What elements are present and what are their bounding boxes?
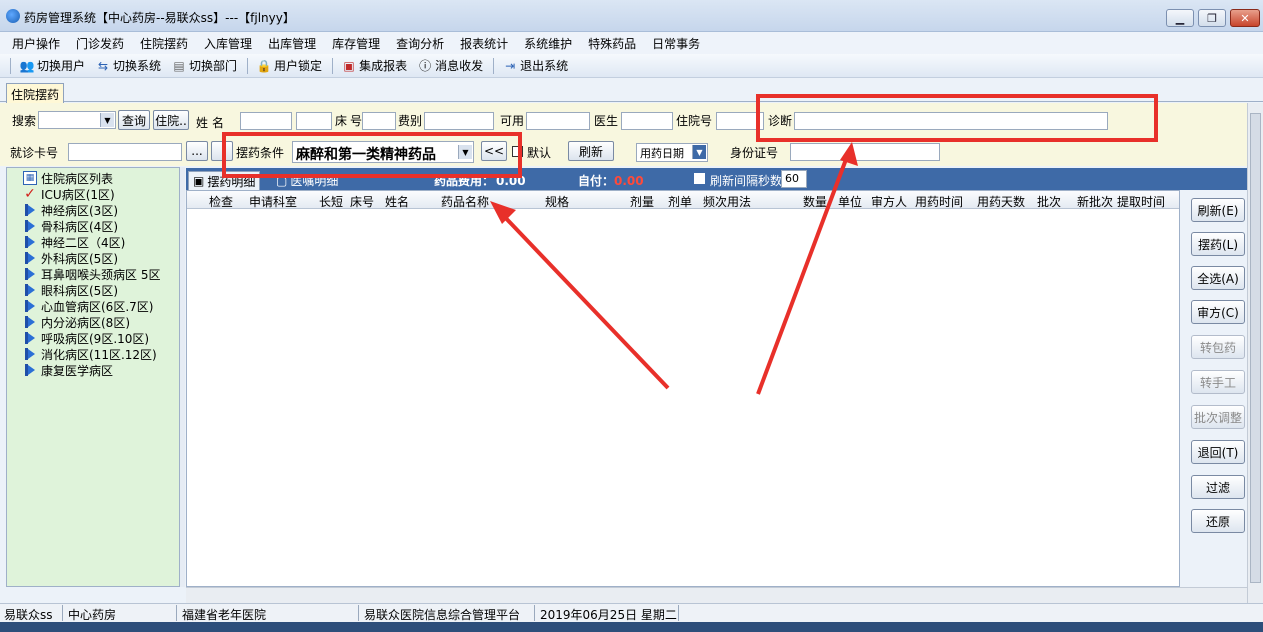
status-separator bbox=[62, 605, 63, 621]
status-bar: 易联众ss 中心药房 福建省老年医院 易联众医院信息综合管理平台 2019年06… bbox=[0, 603, 1263, 622]
status-date: 2019年06月25日 星期二 bbox=[540, 608, 677, 622]
annotation-arrows bbox=[490, 142, 858, 395]
taskbar bbox=[0, 622, 1263, 632]
status-hospital: 福建省老年医院 bbox=[182, 608, 267, 622]
status-platform: 易联众医院信息综合管理平台 bbox=[364, 608, 521, 622]
arrow-to-drug-name bbox=[490, 201, 670, 390]
status-user: 易联众ss bbox=[4, 608, 53, 622]
arrow-to-diagnosis bbox=[756, 142, 858, 395]
status-separator bbox=[176, 605, 177, 621]
status-separator bbox=[534, 605, 535, 621]
status-separator bbox=[358, 605, 359, 621]
status-separator bbox=[678, 605, 679, 621]
status-dept: 中心药房 bbox=[68, 608, 117, 622]
